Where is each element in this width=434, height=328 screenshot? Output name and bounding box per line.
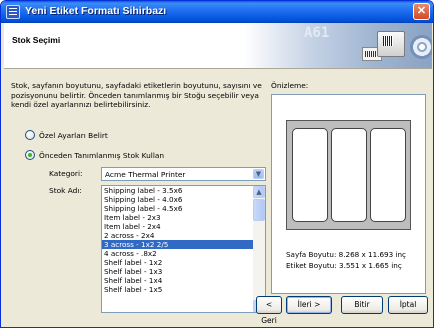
scroll-up-button[interactable]: ▲ xyxy=(253,186,265,198)
finish-button[interactable]: Bitir xyxy=(341,296,383,314)
stock-list-item[interactable]: 4 across - .8x2 xyxy=(102,249,253,258)
preview-panel: Sayfa Boyutu: 8.268 x 11.693 inç Etiket … xyxy=(271,94,426,294)
back-button[interactable]: < Geri xyxy=(256,296,282,325)
page-title: Stok Seçimi xyxy=(12,35,61,45)
wizard-window: Yeni Etiket Formatı Sihirbazı ✕ Stok Seç… xyxy=(0,0,434,328)
close-button[interactable]: ✕ xyxy=(413,3,430,20)
category-label: Kategori: xyxy=(49,169,83,178)
wizard-header: Stok Seçimi A61 xyxy=(4,23,432,69)
cancel-button[interactable]: İptal xyxy=(388,296,428,314)
stock-list-item[interactable]: Shelf label - 1x2 xyxy=(102,258,253,267)
stock-list-item[interactable]: Shipping label - 4.5x6 xyxy=(102,204,253,213)
stock-list-items: Shipping label - 3.5x6 Shipping label - 4… xyxy=(102,186,265,294)
preview-label: Önizleme: xyxy=(271,81,309,90)
next-button[interactable]: İleri > xyxy=(286,296,332,314)
custom-settings-radio[interactable] xyxy=(25,130,35,140)
stock-list-item[interactable]: Item label - 2x4 xyxy=(102,222,253,231)
preview-label-column xyxy=(331,128,367,222)
stock-list-item[interactable]: Item label - 2x3 xyxy=(102,213,253,222)
preview-label-column xyxy=(292,128,328,222)
printer-icon xyxy=(377,31,405,57)
label-size-text: Etiket Boyutu: 3.551 x 1.665 inç xyxy=(286,261,402,270)
stock-list-item[interactable]: Shelf label - 1x5 xyxy=(102,285,253,294)
preview-label-column xyxy=(370,128,406,222)
preview-page xyxy=(286,120,411,230)
scroll-thumb[interactable] xyxy=(253,199,265,221)
stock-name-label: Stok Adı: xyxy=(49,186,82,195)
stock-list-item[interactable]: 3 across - 1x2 2/5 xyxy=(102,240,253,249)
stock-list-item[interactable]: Shipping label - 4.0x6 xyxy=(102,195,253,204)
chevron-down-icon[interactable]: ▼ xyxy=(253,169,264,179)
app-icon xyxy=(6,5,20,19)
category-value: Acme Thermal Printer xyxy=(105,170,186,179)
stock-list-item[interactable]: Shelf label - 1x3 xyxy=(102,267,253,276)
predefined-stock-option[interactable]: Önceden Tanımlanmış Stok Kullan xyxy=(25,149,164,161)
window-title: Yeni Etiket Formatı Sihirbazı xyxy=(25,5,167,17)
title-bar[interactable]: Yeni Etiket Formatı Sihirbazı ✕ xyxy=(1,1,433,23)
list-scrollbar[interactable]: ▲ ▼ xyxy=(253,186,265,312)
description-text: Stok, sayfanın boyutunu, sayfadaki etike… xyxy=(11,81,262,109)
banner-ghost-text: A61 xyxy=(304,25,330,41)
category-select[interactable]: Acme Thermal Printer ▼ xyxy=(101,167,266,181)
page-size-text: Sayfa Boyutu: 8.268 x 11.693 inç xyxy=(286,250,406,259)
stock-list-item[interactable]: Shelf label - 1x4 xyxy=(102,276,253,285)
predefined-stock-label: Önceden Tanımlanmış Stok Kullan xyxy=(39,150,165,160)
custom-settings-option[interactable]: Özel Ayarları Belirt xyxy=(25,129,108,141)
stock-list-item[interactable]: 2 across - 2x4 xyxy=(102,231,253,240)
disc-icon xyxy=(410,35,432,59)
custom-settings-label: Özel Ayarları Belirt xyxy=(39,130,108,140)
stock-listbox[interactable]: Shipping label - 3.5x6 Shipping label - 4… xyxy=(101,185,266,313)
header-banner-image: A61 xyxy=(244,23,432,68)
predefined-stock-radio[interactable] xyxy=(25,150,35,160)
stock-list-item[interactable]: Shipping label - 3.5x6 xyxy=(102,186,253,195)
